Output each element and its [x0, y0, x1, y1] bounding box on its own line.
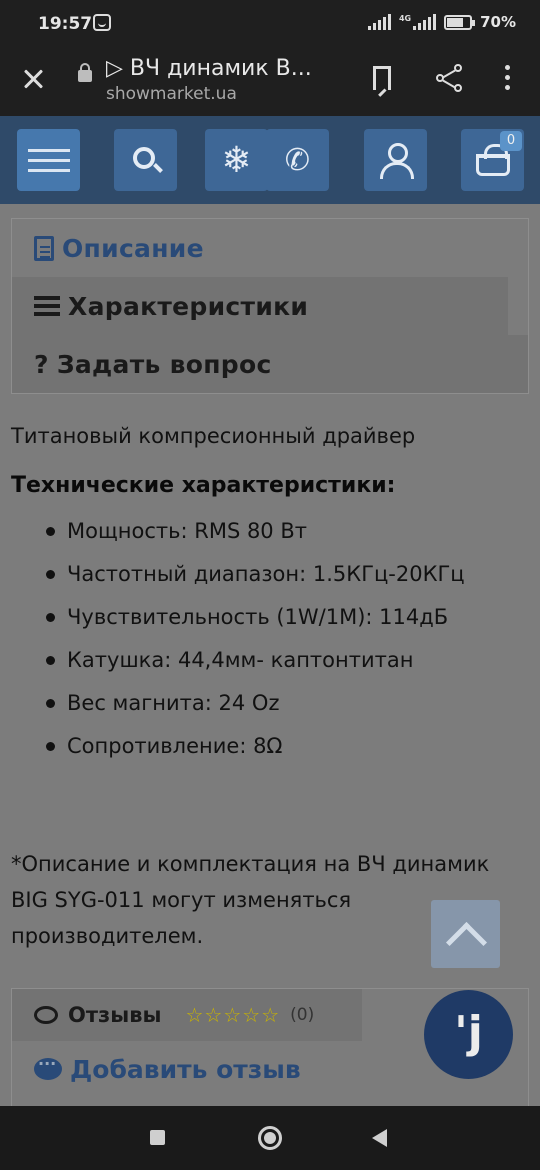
signal-icon-2 [413, 14, 437, 30]
page-title[interactable]: ▷ ВЧ динамик B... [106, 56, 312, 81]
cart-count-badge: 0 [500, 131, 522, 151]
network-type: 4G [398, 13, 412, 23]
list-item: Катушка: 44,4мм- каптонтитан [44, 639, 465, 682]
catalog-button[interactable]: ❄ [205, 129, 268, 191]
tab-reviews[interactable]: Отзывы ☆☆☆☆☆ (0) [12, 989, 362, 1041]
phone-icon: ✆ [284, 142, 311, 178]
share-icon[interactable] [436, 64, 464, 92]
phone-button[interactable]: ✆ [266, 129, 329, 191]
cart-button[interactable]: 0 [461, 129, 524, 191]
document-icon [34, 235, 54, 261]
rating-stars: ☆☆☆☆☆ [185, 1003, 281, 1027]
user-icon [379, 143, 414, 179]
tab-specs-label: Характеристики [68, 291, 309, 321]
list-item: Частотный диапазон: 1.5КГц-20КГц [44, 553, 465, 596]
product-content: Описание Характеристики ? Задать вопрос … [0, 204, 540, 1106]
spec-heading: Технические характеристики: [11, 473, 396, 498]
status-icons: 4G 70% [367, 13, 516, 31]
notification-icon [93, 14, 111, 31]
comments-icon [34, 1006, 58, 1024]
site-header: ❄ ✆ 0 [0, 116, 540, 204]
tab-reviews-label: Отзывы [68, 1003, 162, 1027]
lock-icon[interactable] [78, 63, 92, 82]
bookmark-icon[interactable] [373, 66, 391, 90]
system-navigation-bar [0, 1106, 540, 1170]
back-icon[interactable] [372, 1129, 387, 1147]
account-button[interactable] [364, 129, 427, 191]
product-tabs: Описание Характеристики ? Задать вопрос [11, 218, 529, 394]
basket-icon [475, 144, 510, 176]
list-item: Чувствительность (1W/1M): 114дБ [44, 596, 465, 639]
signal-icon [367, 14, 391, 30]
status-time: 19:57 [38, 14, 93, 34]
scroll-to-top-button[interactable] [431, 900, 500, 968]
product-intro: Титановый компресионный драйвер [11, 424, 416, 448]
status-bar: 19:57 4G 70% [0, 0, 540, 48]
search-button[interactable] [114, 129, 177, 191]
chat-widget-button[interactable]: ꞌj [424, 990, 513, 1079]
close-icon[interactable] [18, 64, 48, 94]
menu-button[interactable] [17, 129, 80, 191]
list-item: Вес магнита: 24 Oz [44, 682, 465, 725]
speech-bubble-icon [34, 1050, 62, 1080]
hamburger-icon [27, 142, 70, 179]
add-review-label: Добавить отзыв [70, 1054, 301, 1084]
list-item: Мощность: RMS 80 Вт [44, 510, 465, 553]
chat-icon: ꞌj [454, 1007, 483, 1058]
tab-specs[interactable]: Характеристики [12, 277, 508, 335]
snowflake-icon: ❄ [221, 139, 252, 181]
tab-description[interactable]: Описание [12, 219, 508, 277]
tab-description-label: Описание [62, 233, 204, 263]
question-icon: ? [34, 349, 49, 379]
list-item: Сопротивление: 8Ω [44, 725, 465, 768]
battery-percent: 70% [480, 13, 516, 31]
page-url[interactable]: showmarket.ua [106, 84, 237, 104]
more-options-icon[interactable] [505, 65, 511, 91]
spec-list: Мощность: RMS 80 Вт Частотный диапазон: … [44, 510, 465, 768]
battery-icon [444, 14, 476, 30]
browser-toolbar: ▷ ВЧ динамик B... showmarket.ua [0, 48, 540, 116]
list-icon [34, 296, 60, 316]
search-icon [132, 147, 155, 169]
tab-ask-label: Задать вопрос [56, 349, 272, 379]
review-count: (0) [290, 1005, 315, 1025]
home-icon[interactable] [258, 1126, 282, 1150]
tab-ask-question[interactable]: ? Задать вопрос [12, 335, 528, 393]
recents-icon[interactable] [150, 1130, 165, 1145]
